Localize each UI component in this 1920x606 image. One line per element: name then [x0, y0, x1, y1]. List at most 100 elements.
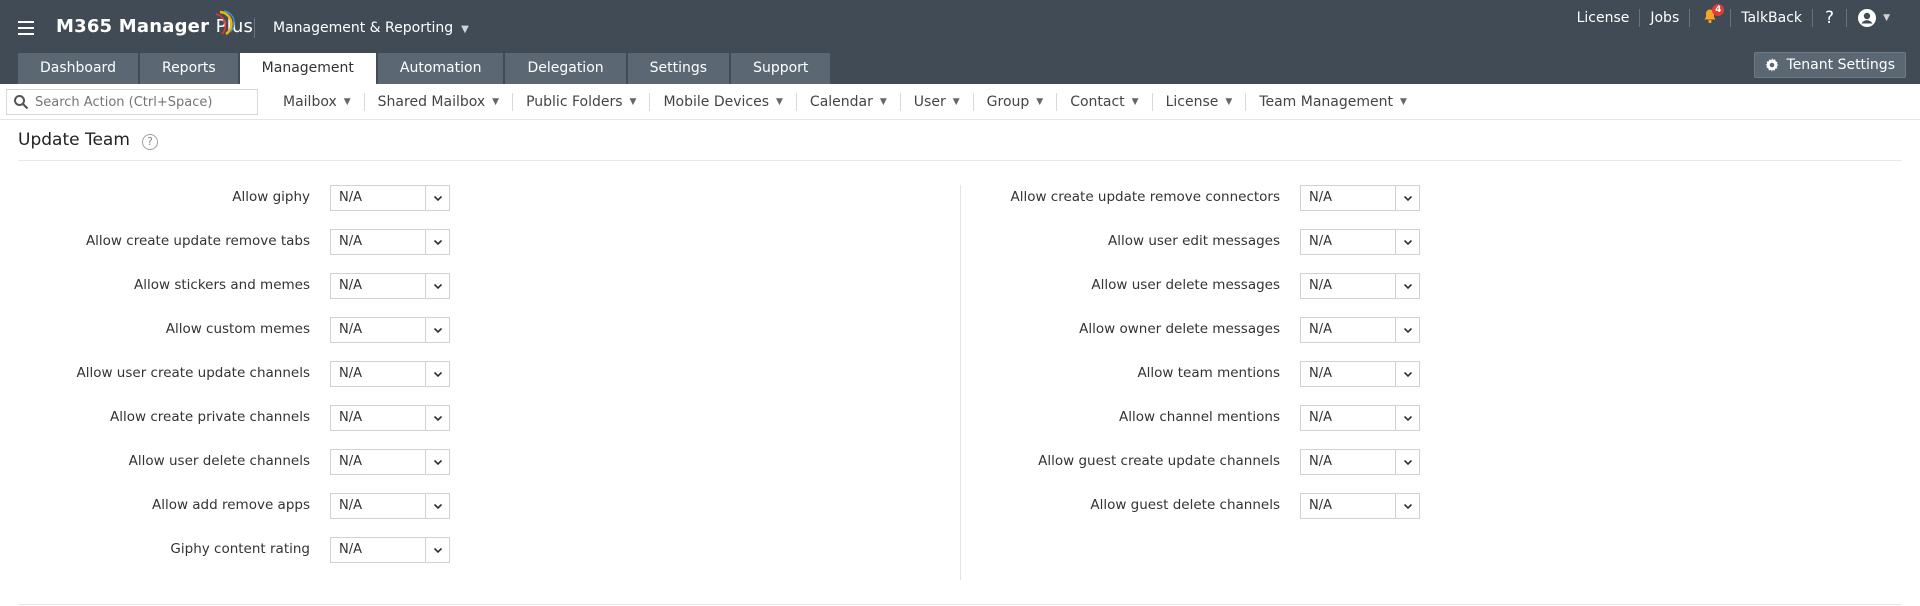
- menu-shared-mailbox[interactable]: Shared Mailbox ▼: [365, 94, 512, 110]
- chevron-down-icon: [425, 186, 449, 210]
- main-nav-tabs: Dashboard Reports Management Automation …: [18, 53, 832, 84]
- brand-swoosh-icon: [215, 10, 235, 36]
- license-link[interactable]: License: [1567, 10, 1640, 26]
- select-value: N/A: [339, 542, 362, 557]
- notification-badge: 4: [1712, 4, 1725, 16]
- form-row: Allow user edit messages N/A: [960, 229, 1420, 255]
- jobs-link[interactable]: Jobs: [1640, 10, 1689, 26]
- chevron-down-icon: [1395, 406, 1419, 430]
- field-label: Allow custom memes: [165, 321, 310, 337]
- menu-label: Team Management: [1259, 94, 1393, 110]
- help-link[interactable]: ?: [1813, 8, 1846, 28]
- value-select[interactable]: N/A: [1300, 317, 1420, 343]
- form-row: Allow user delete messages N/A: [960, 273, 1420, 299]
- tab-dashboard[interactable]: Dashboard: [18, 53, 138, 84]
- field-label: Allow add remove apps: [151, 497, 310, 513]
- chevron-down-icon: [425, 362, 449, 386]
- talkback-link[interactable]: TalkBack: [1731, 10, 1812, 26]
- value-select[interactable]: N/A: [330, 229, 450, 255]
- value-select[interactable]: N/A: [1300, 449, 1420, 475]
- select-value: N/A: [1309, 322, 1332, 337]
- field-label: Allow create update remove tabs: [85, 233, 310, 249]
- menu-contact[interactable]: Contact ▼: [1057, 94, 1151, 110]
- menu-user[interactable]: User ▼: [901, 94, 973, 110]
- app-switcher[interactable]: Management & Reporting ▼: [273, 20, 469, 36]
- value-select[interactable]: N/A: [330, 493, 450, 519]
- chevron-down-icon: [425, 230, 449, 254]
- help-icon[interactable]: ?: [142, 134, 158, 150]
- select-value: N/A: [339, 322, 362, 337]
- caret-down-icon: ▼: [1225, 97, 1233, 107]
- value-select[interactable]: N/A: [1300, 361, 1420, 387]
- field-label: Allow user create update channels: [76, 365, 310, 381]
- tab-support[interactable]: Support: [731, 53, 831, 84]
- form-row: Allow create update remove tabs N/A: [0, 229, 450, 255]
- value-select[interactable]: N/A: [330, 273, 450, 299]
- user-icon: [1858, 9, 1877, 27]
- select-value: N/A: [339, 278, 362, 293]
- menu-mailbox[interactable]: Mailbox ▼: [270, 94, 364, 110]
- chevron-down-icon: [1395, 450, 1419, 474]
- menu-calendar[interactable]: Calendar ▼: [797, 94, 900, 110]
- form-row: Allow giphy N/A: [0, 185, 450, 211]
- value-select[interactable]: N/A: [330, 185, 450, 211]
- menu-group[interactable]: Group ▼: [974, 94, 1057, 110]
- select-value: N/A: [1309, 366, 1332, 381]
- top-links: License Jobs 4 TalkBack ? ▼: [1567, 4, 1896, 28]
- user-menu[interactable]: ▼: [1847, 8, 1896, 28]
- notifications-button[interactable]: 4: [1690, 4, 1730, 28]
- value-select[interactable]: N/A: [330, 317, 450, 343]
- menu-mobile-devices[interactable]: Mobile Devices ▼: [650, 94, 795, 110]
- search-action-box[interactable]: [6, 89, 258, 115]
- value-select[interactable]: N/A: [1300, 229, 1420, 255]
- bottom-divider: [18, 604, 1902, 605]
- app-switcher-label: Management & Reporting: [273, 20, 454, 36]
- caret-down-icon: ▼: [492, 97, 500, 107]
- tab-reports[interactable]: Reports: [139, 53, 238, 84]
- value-select[interactable]: N/A: [1300, 273, 1420, 299]
- chevron-down-icon: [425, 406, 449, 430]
- tab-automation[interactable]: Automation: [377, 53, 504, 84]
- tab-settings[interactable]: Settings: [627, 53, 730, 84]
- chevron-down-icon: [1395, 274, 1419, 298]
- tenant-settings-button[interactable]: Tenant Settings: [1753, 52, 1906, 78]
- select-value: N/A: [339, 410, 362, 425]
- select-value: N/A: [1309, 234, 1332, 249]
- value-select[interactable]: N/A: [330, 361, 450, 387]
- caret-down-icon: ▼: [629, 97, 637, 107]
- form-row: Giphy content rating N/A: [0, 537, 450, 563]
- select-value: N/A: [339, 234, 362, 249]
- chevron-down-icon: [1395, 362, 1419, 386]
- menu-public-folders[interactable]: Public Folders ▼: [513, 94, 649, 110]
- select-value: N/A: [1309, 190, 1332, 205]
- form-row: Allow user delete channels N/A: [0, 449, 450, 475]
- form-row: Allow custom memes N/A: [0, 317, 450, 343]
- field-label: Allow guest create update channels: [1038, 453, 1280, 469]
- menu-label: User: [913, 94, 946, 110]
- tab-management[interactable]: Management: [239, 53, 376, 84]
- page-title: Update Team: [18, 130, 130, 150]
- value-select[interactable]: N/A: [330, 405, 450, 431]
- select-value: N/A: [1309, 278, 1332, 293]
- tab-delegation[interactable]: Delegation: [505, 53, 626, 84]
- value-select[interactable]: N/A: [1300, 405, 1420, 431]
- search-action-input[interactable]: [35, 94, 255, 110]
- hamburger-icon[interactable]: [18, 21, 34, 35]
- value-select[interactable]: N/A: [1300, 185, 1420, 211]
- value-select[interactable]: N/A: [1300, 493, 1420, 519]
- select-value: N/A: [339, 498, 362, 513]
- chevron-down-icon: ▼: [461, 24, 469, 35]
- menu-license[interactable]: License ▼: [1153, 94, 1246, 110]
- caret-down-icon: ▼: [1036, 97, 1044, 107]
- field-label: Giphy content rating: [170, 541, 310, 557]
- action-toolbar: Mailbox ▼ Shared Mailbox ▼ Public Folders ▼…: [0, 84, 1920, 120]
- chevron-down-icon: [1395, 230, 1419, 254]
- form-row: Allow create private channels N/A: [0, 405, 450, 431]
- header-divider: [254, 18, 255, 38]
- form-row: Allow stickers and memes N/A: [0, 273, 450, 299]
- value-select[interactable]: N/A: [330, 537, 450, 563]
- menu-team-management[interactable]: Team Management ▼: [1246, 94, 1420, 110]
- caret-down-icon: ▼: [776, 97, 783, 107]
- menu-label: Contact: [1070, 94, 1125, 110]
- value-select[interactable]: N/A: [330, 449, 450, 475]
